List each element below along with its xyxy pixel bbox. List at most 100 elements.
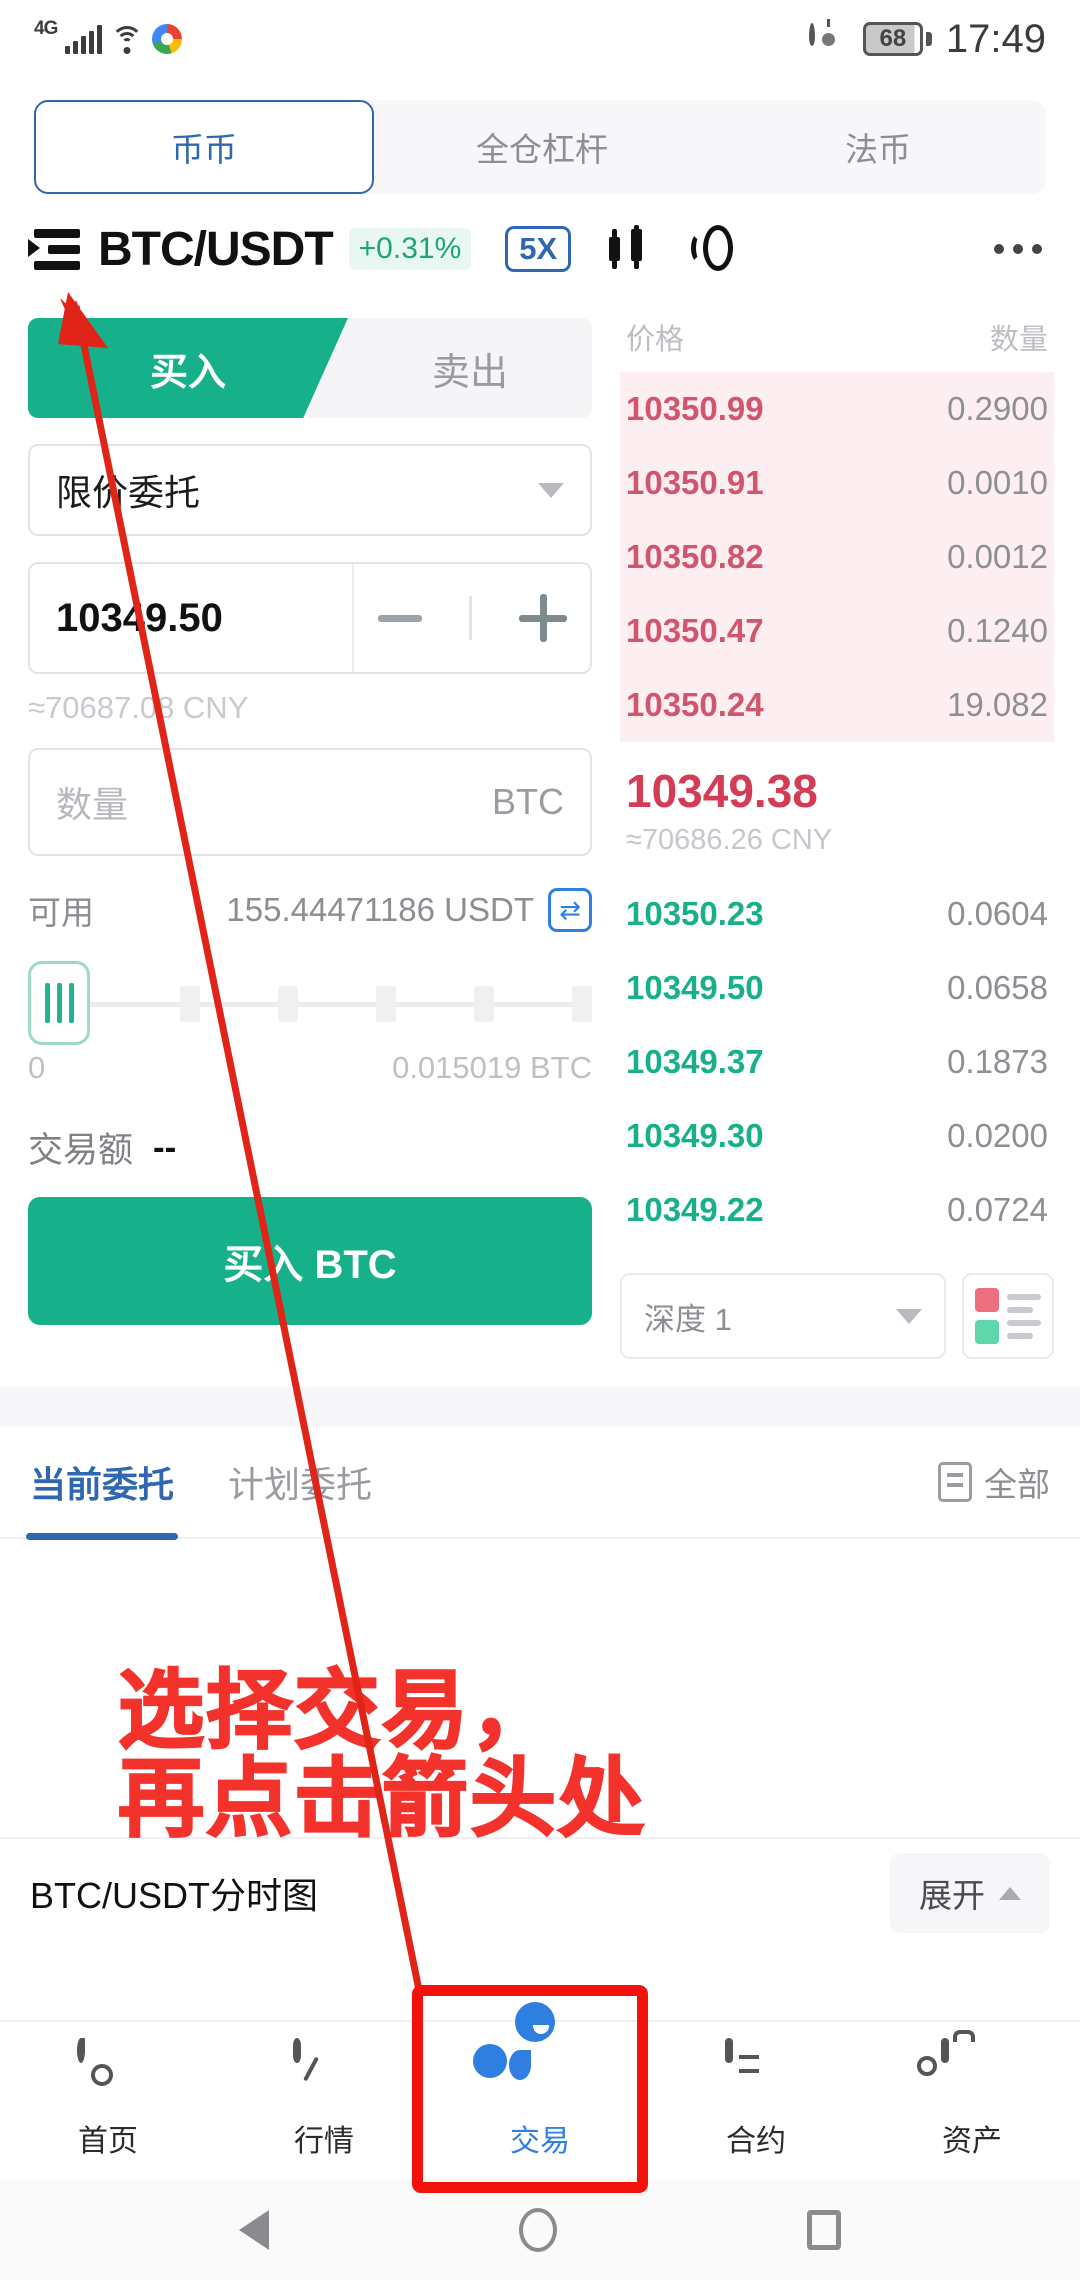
bid-amount: 0.1873 <box>947 1043 1048 1080</box>
contract-icon <box>725 2038 787 2104</box>
expand-label: 展开 <box>919 1877 985 1914</box>
mid-price-box: 10349.38 ≈70686.26 CNY <box>620 742 1054 877</box>
ask-row[interactable]: 10350.91 0.0010 <box>620 446 1054 520</box>
ask-row[interactable]: 10350.24 19.082 <box>620 668 1054 742</box>
depth-color-squares-icon <box>975 1288 999 1344</box>
bid-row[interactable]: 10349.22 0.0724 <box>620 1173 1054 1247</box>
ask-row[interactable]: 10350.82 0.0012 <box>620 520 1054 594</box>
all-orders-button[interactable]: 全部 <box>938 1458 1050 1506</box>
slider-tick <box>278 986 298 1022</box>
bid-price: 10349.37 <box>626 1043 764 1080</box>
sell-tab[interactable]: 卖出 <box>308 318 592 418</box>
submit-buy-button[interactable]: 买入 BTC <box>28 1197 592 1325</box>
annotation-line-1: 选择交易， <box>117 1663 558 1759</box>
bid-row[interactable]: 10349.30 0.0200 <box>620 1099 1054 1173</box>
trade-amount-value: -- <box>153 1127 177 1167</box>
stepper-divider <box>468 596 472 640</box>
ask-amount: 19.082 <box>947 686 1048 723</box>
market-list-icon[interactable] <box>28 227 80 271</box>
symbol-header: BTC/USDT +0.31% 5X <box>0 194 1080 304</box>
nav-item-assets[interactable]: 资产 <box>864 2030 1080 2160</box>
quantity-unit-label: BTC <box>492 781 564 822</box>
tab-plan-orders[interactable]: 计划委托 <box>228 1456 372 1508</box>
chart-title-label: BTC/USDT分时图 <box>30 1875 319 1916</box>
slider-handle[interactable] <box>28 961 90 1045</box>
price-stepper <box>352 564 590 672</box>
expand-chart-button[interactable]: 展开 <box>890 1853 1050 1933</box>
list-icon <box>938 1462 972 1502</box>
slider-tick <box>376 986 396 1022</box>
ask-row[interactable]: 10350.47 0.1240 <box>620 594 1054 668</box>
swap-currency-icon[interactable]: ⇄ <box>548 888 592 932</box>
tab-current-orders[interactable]: 当前委托 <box>25 1456 179 1540</box>
bid-amount: 0.0604 <box>947 895 1048 932</box>
depth-select[interactable]: 深度 1 <box>620 1273 946 1359</box>
wallet-icon <box>941 2030 1003 2104</box>
battery-level-label: 68 <box>862 22 923 56</box>
bid-amount: 0.0200 <box>947 1117 1048 1154</box>
nav-item-home[interactable]: 首页 <box>0 2038 216 2160</box>
amount-slider[interactable] <box>28 961 592 1045</box>
mid-price-value: 10349.38 <box>626 765 818 817</box>
order-type-select[interactable]: 限价委托 <box>28 444 592 536</box>
depth-controls: 深度 1 <box>620 1273 1054 1359</box>
orders-header: 当前委托 计划委托 全部 <box>0 1427 1080 1540</box>
bid-row[interactable]: 10349.37 0.1873 <box>620 1025 1054 1099</box>
chevron-down-icon <box>896 1308 922 1324</box>
buy-tab[interactable]: 买入 <box>28 318 348 418</box>
slider-max-label: 0.015019 BTC <box>392 1050 592 1085</box>
slider-tick <box>180 986 200 1022</box>
home-icon[interactable] <box>519 2208 557 2252</box>
ask-price: 10350.82 <box>626 538 764 575</box>
slider-tick <box>474 986 494 1022</box>
order-book: 价格 数量 10350.99 0.2900 10350.91 0.0010 10… <box>620 312 1080 1359</box>
nav-label: 合约 <box>726 2125 786 2158</box>
market-arrow-icon <box>293 2038 355 2104</box>
plus-icon[interactable] <box>518 594 567 642</box>
leverage-badge[interactable]: 5X <box>505 226 572 272</box>
system-navigation-bar <box>0 2180 1080 2280</box>
mid-price-cny: ≈70686.26 CNY <box>626 824 833 856</box>
slider-labels: 0 0.015019 BTC <box>28 1050 592 1086</box>
order-book-header: 价格 数量 <box>620 312 1054 372</box>
all-orders-label: 全部 <box>984 1466 1050 1503</box>
ask-price: 10350.47 <box>626 612 764 649</box>
tab-coin-to-coin[interactable]: 币币 <box>34 100 374 194</box>
candlestick-chart-icon[interactable] <box>603 223 655 275</box>
ask-amount: 0.0012 <box>947 538 1048 575</box>
depth-label: 深度 1 <box>644 1301 732 1337</box>
chevron-up-icon <box>999 1886 1021 1900</box>
flame-icon <box>77 2038 139 2104</box>
nav-label: 行情 <box>294 2125 354 2158</box>
trade-form: 买入 卖出 限价委托 10349.50 ≈70687.08 CNY 数量 BTC <box>0 312 620 1359</box>
buy-sell-toggle: 买入 卖出 <box>28 318 592 418</box>
section-divider <box>0 1387 1080 1427</box>
price-input[interactable]: 10349.50 <box>30 564 352 672</box>
ask-price: 10350.24 <box>626 686 764 723</box>
tab-cross-margin[interactable]: 全仓杠杆 <box>374 100 710 194</box>
ask-amount: 0.0010 <box>947 464 1048 501</box>
quantity-input-row[interactable]: 数量 BTC <box>28 748 592 856</box>
price-alert-icon[interactable] <box>689 223 745 275</box>
minus-icon[interactable] <box>377 614 422 622</box>
symbol-pair-label[interactable]: BTC/USDT <box>98 222 334 277</box>
price-input-row: 10349.50 <box>28 562 592 674</box>
nav-item-contract[interactable]: 合约 <box>648 2038 864 2160</box>
ask-row[interactable]: 10350.99 0.2900 <box>620 372 1054 446</box>
back-icon[interactable] <box>239 2210 269 2250</box>
bid-row[interactable]: 10349.50 0.0658 <box>620 951 1054 1025</box>
annotation-highlight-box <box>412 1985 648 2193</box>
nav-item-market[interactable]: 行情 <box>216 2038 432 2160</box>
recents-icon[interactable] <box>807 2210 841 2250</box>
nav-label: 首页 <box>78 2125 138 2158</box>
nav-label: 资产 <box>942 2125 1002 2158</box>
more-options-icon[interactable] <box>994 244 1042 254</box>
bid-row[interactable]: 10350.23 0.0604 <box>620 877 1054 951</box>
app-screen: 4G 68 17:49 币币 全仓杠杆 法币 BTC/USDT +0.31% 5… <box>0 0 1080 2280</box>
depth-view-toggle[interactable] <box>962 1273 1054 1359</box>
tab-fiat[interactable]: 法币 <box>710 100 1046 194</box>
bid-price: 10350.23 <box>626 895 764 932</box>
bid-price: 10349.22 <box>626 1191 764 1228</box>
available-balance-row: 可用 155.44471186 USDT ⇄ <box>28 886 592 934</box>
order-book-price-header: 价格 <box>626 324 685 356</box>
